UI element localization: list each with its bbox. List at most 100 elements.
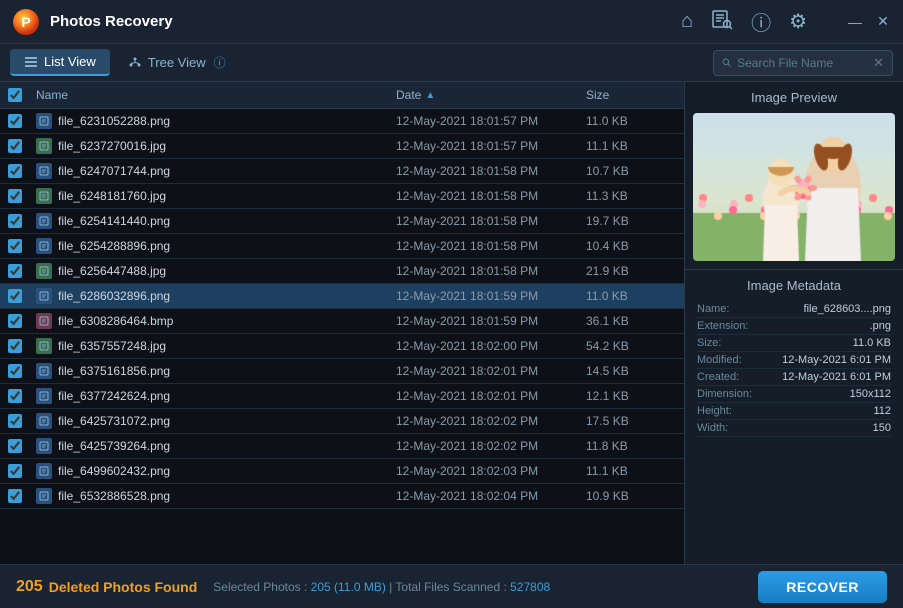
row-checkbox[interactable] <box>8 339 22 353</box>
file-name: file_6532886528.png <box>58 489 170 503</box>
search-clear-icon[interactable]: ✕ <box>873 55 884 71</box>
row-checkbox[interactable] <box>8 114 22 128</box>
file-size: 11.3 KB <box>586 189 676 203</box>
home-icon[interactable]: ⌂ <box>681 10 693 33</box>
search-box[interactable]: ✕ <box>713 50 893 76</box>
table-row[interactable]: file_6425739264.png 12-May-2021 18:02:02… <box>0 434 684 459</box>
row-checkbox[interactable] <box>8 439 22 453</box>
metadata-title: Image Metadata <box>697 278 891 293</box>
table-row[interactable]: file_6231052288.png 12-May-2021 18:01:57… <box>0 109 684 134</box>
row-checkbox[interactable] <box>8 364 22 378</box>
row-checkbox[interactable] <box>8 139 22 153</box>
table-row[interactable]: file_6237270016.jpg 12-May-2021 18:01:57… <box>0 134 684 159</box>
meta-name-value: file_628603....png <box>804 303 891 315</box>
meta-ext-row: Extension: .png <box>697 318 891 335</box>
row-checkbox[interactable] <box>8 389 22 403</box>
tree-view-tab[interactable]: Tree View ⓘ <box>114 49 240 76</box>
table-row[interactable]: file_6499602432.png 12-May-2021 18:02:03… <box>0 459 684 484</box>
row-checkbox[interactable] <box>8 489 22 503</box>
table-row[interactable]: file_6247071744.png 12-May-2021 18:01:58… <box>0 159 684 184</box>
meta-width-value: 150 <box>873 422 891 434</box>
table-row[interactable]: file_6308286464.bmp 12-May-2021 18:01:59… <box>0 309 684 334</box>
file-name-cell: file_6237270016.jpg <box>36 138 396 154</box>
table-row[interactable]: file_6377242624.png 12-May-2021 18:02:01… <box>0 384 684 409</box>
meta-created-value: 12-May-2021 6:01 PM <box>782 371 891 383</box>
tree-view-label: Tree View <box>148 55 206 70</box>
meta-ext-label: Extension: <box>697 320 748 332</box>
file-name-cell: file_6286032896.png <box>36 288 396 304</box>
row-checkbox[interactable] <box>8 289 22 303</box>
toolbar: List View Tree View ⓘ ✕ <box>0 44 903 82</box>
status-bar: 205 Deleted Photos Found Selected Photos… <box>0 564 903 608</box>
table-row[interactable]: file_6256447488.jpg 12-May-2021 18:01:58… <box>0 259 684 284</box>
file-date: 12-May-2021 18:01:57 PM <box>396 139 586 153</box>
file-size: 11.1 KB <box>586 139 676 153</box>
app-logo: P <box>12 8 40 36</box>
file-size: 36.1 KB <box>586 314 676 328</box>
file-date: 12-May-2021 18:02:03 PM <box>396 464 586 478</box>
row-checkbox[interactable] <box>8 189 22 203</box>
meta-modified-label: Modified: <box>697 354 742 366</box>
list-view-tab[interactable]: List View <box>10 49 110 76</box>
row-checkbox[interactable] <box>8 214 22 228</box>
meta-dimension-value: 150x112 <box>850 388 891 400</box>
table-row[interactable]: file_6425731072.png 12-May-2021 18:02:02… <box>0 409 684 434</box>
info-icon[interactable]: ⓘ <box>751 7 771 36</box>
table-row[interactable]: file_6254288896.png 12-May-2021 18:01:58… <box>0 234 684 259</box>
file-date: 12-May-2021 18:01:58 PM <box>396 189 586 203</box>
settings-icon[interactable]: ⚙ <box>789 9 807 34</box>
meta-height-value: 112 <box>873 405 891 417</box>
table-row[interactable]: file_6286032896.png 12-May-2021 18:01:59… <box>0 284 684 309</box>
scan-icon[interactable] <box>711 8 733 36</box>
status-detail: Selected Photos : 205 (11.0 MB) | Total … <box>213 580 758 594</box>
preview-canvas <box>693 113 895 261</box>
file-name: file_6231052288.png <box>58 114 170 128</box>
meta-height-label: Height: <box>697 405 732 417</box>
file-date: 12-May-2021 18:02:00 PM <box>396 339 586 353</box>
row-checkbox[interactable] <box>8 164 22 178</box>
file-size: 21.9 KB <box>586 264 676 278</box>
sort-asc-icon: ▲ <box>425 90 435 101</box>
file-date: 12-May-2021 18:02:02 PM <box>396 414 586 428</box>
meta-name-row: Name: file_628603....png <box>697 301 891 318</box>
list-view-label: List View <box>44 54 96 69</box>
file-name: file_6308286464.bmp <box>58 314 173 328</box>
file-size: 11.8 KB <box>586 439 676 453</box>
file-date: 12-May-2021 18:02:04 PM <box>396 489 586 503</box>
meta-created-row: Created: 12-May-2021 6:01 PM <box>697 369 891 386</box>
preview-image <box>693 113 895 261</box>
row-checkbox[interactable] <box>8 239 22 253</box>
recover-button[interactable]: RECOVER <box>758 571 887 603</box>
table-row[interactable]: file_6375161856.png 12-May-2021 18:02:01… <box>0 359 684 384</box>
file-name-cell: file_6357557248.jpg <box>36 338 396 354</box>
file-date: 12-May-2021 18:01:59 PM <box>396 314 586 328</box>
file-name-cell: file_6254288896.png <box>36 238 396 254</box>
select-all-checkbox[interactable] <box>8 88 22 102</box>
file-name: file_6499602432.png <box>58 464 170 478</box>
row-checkbox[interactable] <box>8 464 22 478</box>
file-size: 12.1 KB <box>586 389 676 403</box>
file-name: file_6375161856.png <box>58 364 170 378</box>
row-checkbox[interactable] <box>8 264 22 278</box>
row-checkbox[interactable] <box>8 414 22 428</box>
file-name-cell: file_6377242624.png <box>36 388 396 404</box>
file-name: file_6248181760.jpg <box>58 189 166 203</box>
close-button[interactable]: ✕ <box>875 13 891 30</box>
minimize-button[interactable]: — <box>847 14 863 30</box>
table-row[interactable]: file_6357557248.jpg 12-May-2021 18:02:00… <box>0 334 684 359</box>
file-name-cell: file_6425731072.png <box>36 413 396 429</box>
search-input[interactable] <box>737 56 867 70</box>
status-text: Deleted Photos Found <box>49 579 198 595</box>
file-type-icon <box>36 113 52 129</box>
meta-size-label: Size: <box>697 337 721 349</box>
table-row[interactable]: file_6248181760.jpg 12-May-2021 18:01:58… <box>0 184 684 209</box>
meta-width-row: Width: 150 <box>697 420 891 437</box>
svg-text:P: P <box>21 14 30 30</box>
file-size: 10.9 KB <box>586 489 676 503</box>
file-type-icon <box>36 338 52 354</box>
table-row[interactable]: file_6254141440.png 12-May-2021 18:01:58… <box>0 209 684 234</box>
row-checkbox[interactable] <box>8 314 22 328</box>
table-row[interactable]: file_6532886528.png 12-May-2021 18:02:04… <box>0 484 684 509</box>
file-name: file_6237270016.jpg <box>58 139 166 153</box>
col-date-header[interactable]: Date ▲ <box>396 88 586 102</box>
